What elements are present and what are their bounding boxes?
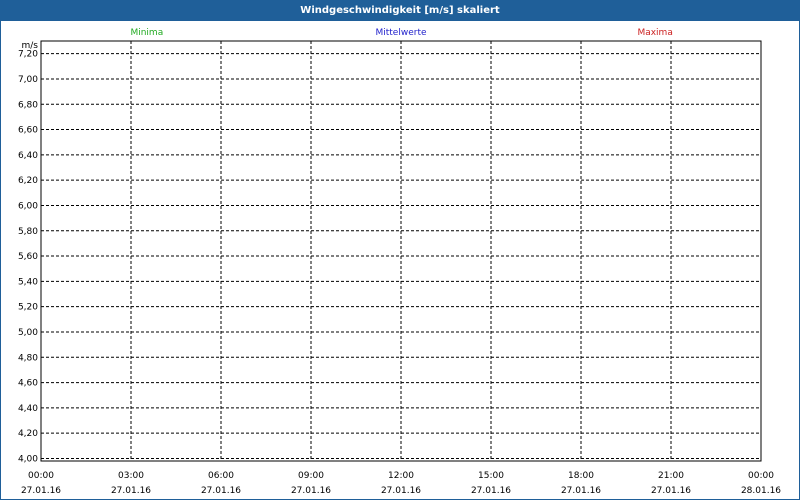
- x-tick-date: 27.01.16: [201, 486, 241, 496]
- x-tick-time: 15:00: [478, 471, 504, 481]
- x-tick-time: 03:00: [118, 471, 144, 481]
- y-tick-label: 5,20: [18, 303, 38, 313]
- x-tick-date: 27.01.16: [651, 486, 691, 496]
- x-tick-date: 27.01.16: [111, 486, 151, 496]
- chart-area: 4,00 4,20 4,40 4,60 4,80 5,00 5,20 5,40 5,60 5,80…: [18, 28, 781, 496]
- y-tick-label: 6,00: [18, 201, 38, 211]
- y-tick-label: 5,60: [18, 252, 38, 262]
- x-tick-date: 28.01.16: [741, 486, 781, 496]
- y-tick-label: 4,20: [18, 429, 38, 439]
- x-tick-date: 27.01.16: [21, 486, 61, 496]
- x-tick-time: 00:00: [748, 471, 774, 481]
- y-tick-label: 6,20: [18, 176, 38, 186]
- x-tick-time: 06:00: [208, 471, 234, 481]
- x-tick-time: 12:00: [388, 471, 414, 481]
- y-tick-label: 4,60: [18, 379, 38, 389]
- x-tick-date: 27.01.16: [561, 486, 601, 496]
- chart-window: Windgeschwindigkeit [m/s] skaliert 4,00 4…: [0, 0, 800, 500]
- y-tick-label: 6,60: [18, 126, 38, 136]
- y-tick-label: 4,80: [18, 353, 38, 363]
- y-tick-label: 5,40: [18, 277, 38, 287]
- x-tick-date: 27.01.16: [471, 486, 511, 496]
- x-tick-date: 27.01.16: [291, 486, 331, 496]
- y-axis-unit: m/s: [22, 41, 39, 51]
- y-tick-label: 4,00: [18, 454, 38, 464]
- legend-mittelwerte: Mittelwerte: [375, 28, 426, 38]
- y-tick-label: 7,20: [18, 50, 38, 60]
- x-tick-time: 21:00: [658, 471, 684, 481]
- y-tick-label: 6,40: [18, 151, 38, 161]
- x-tick-time: 18:00: [568, 471, 594, 481]
- legend-minima: Minima: [130, 28, 163, 38]
- y-tick-label: 4,40: [18, 404, 38, 414]
- y-tick-label: 6,80: [18, 100, 38, 110]
- y-tick-label: 5,80: [18, 227, 38, 237]
- y-tick-label: 5,00: [18, 328, 38, 338]
- y-tick-label: 7,00: [18, 75, 38, 85]
- x-tick-date: 27.01.16: [381, 486, 421, 496]
- x-tick-time: 09:00: [298, 471, 324, 481]
- legend-maxima: Maxima: [637, 28, 672, 38]
- x-tick-time: 00:00: [28, 471, 54, 481]
